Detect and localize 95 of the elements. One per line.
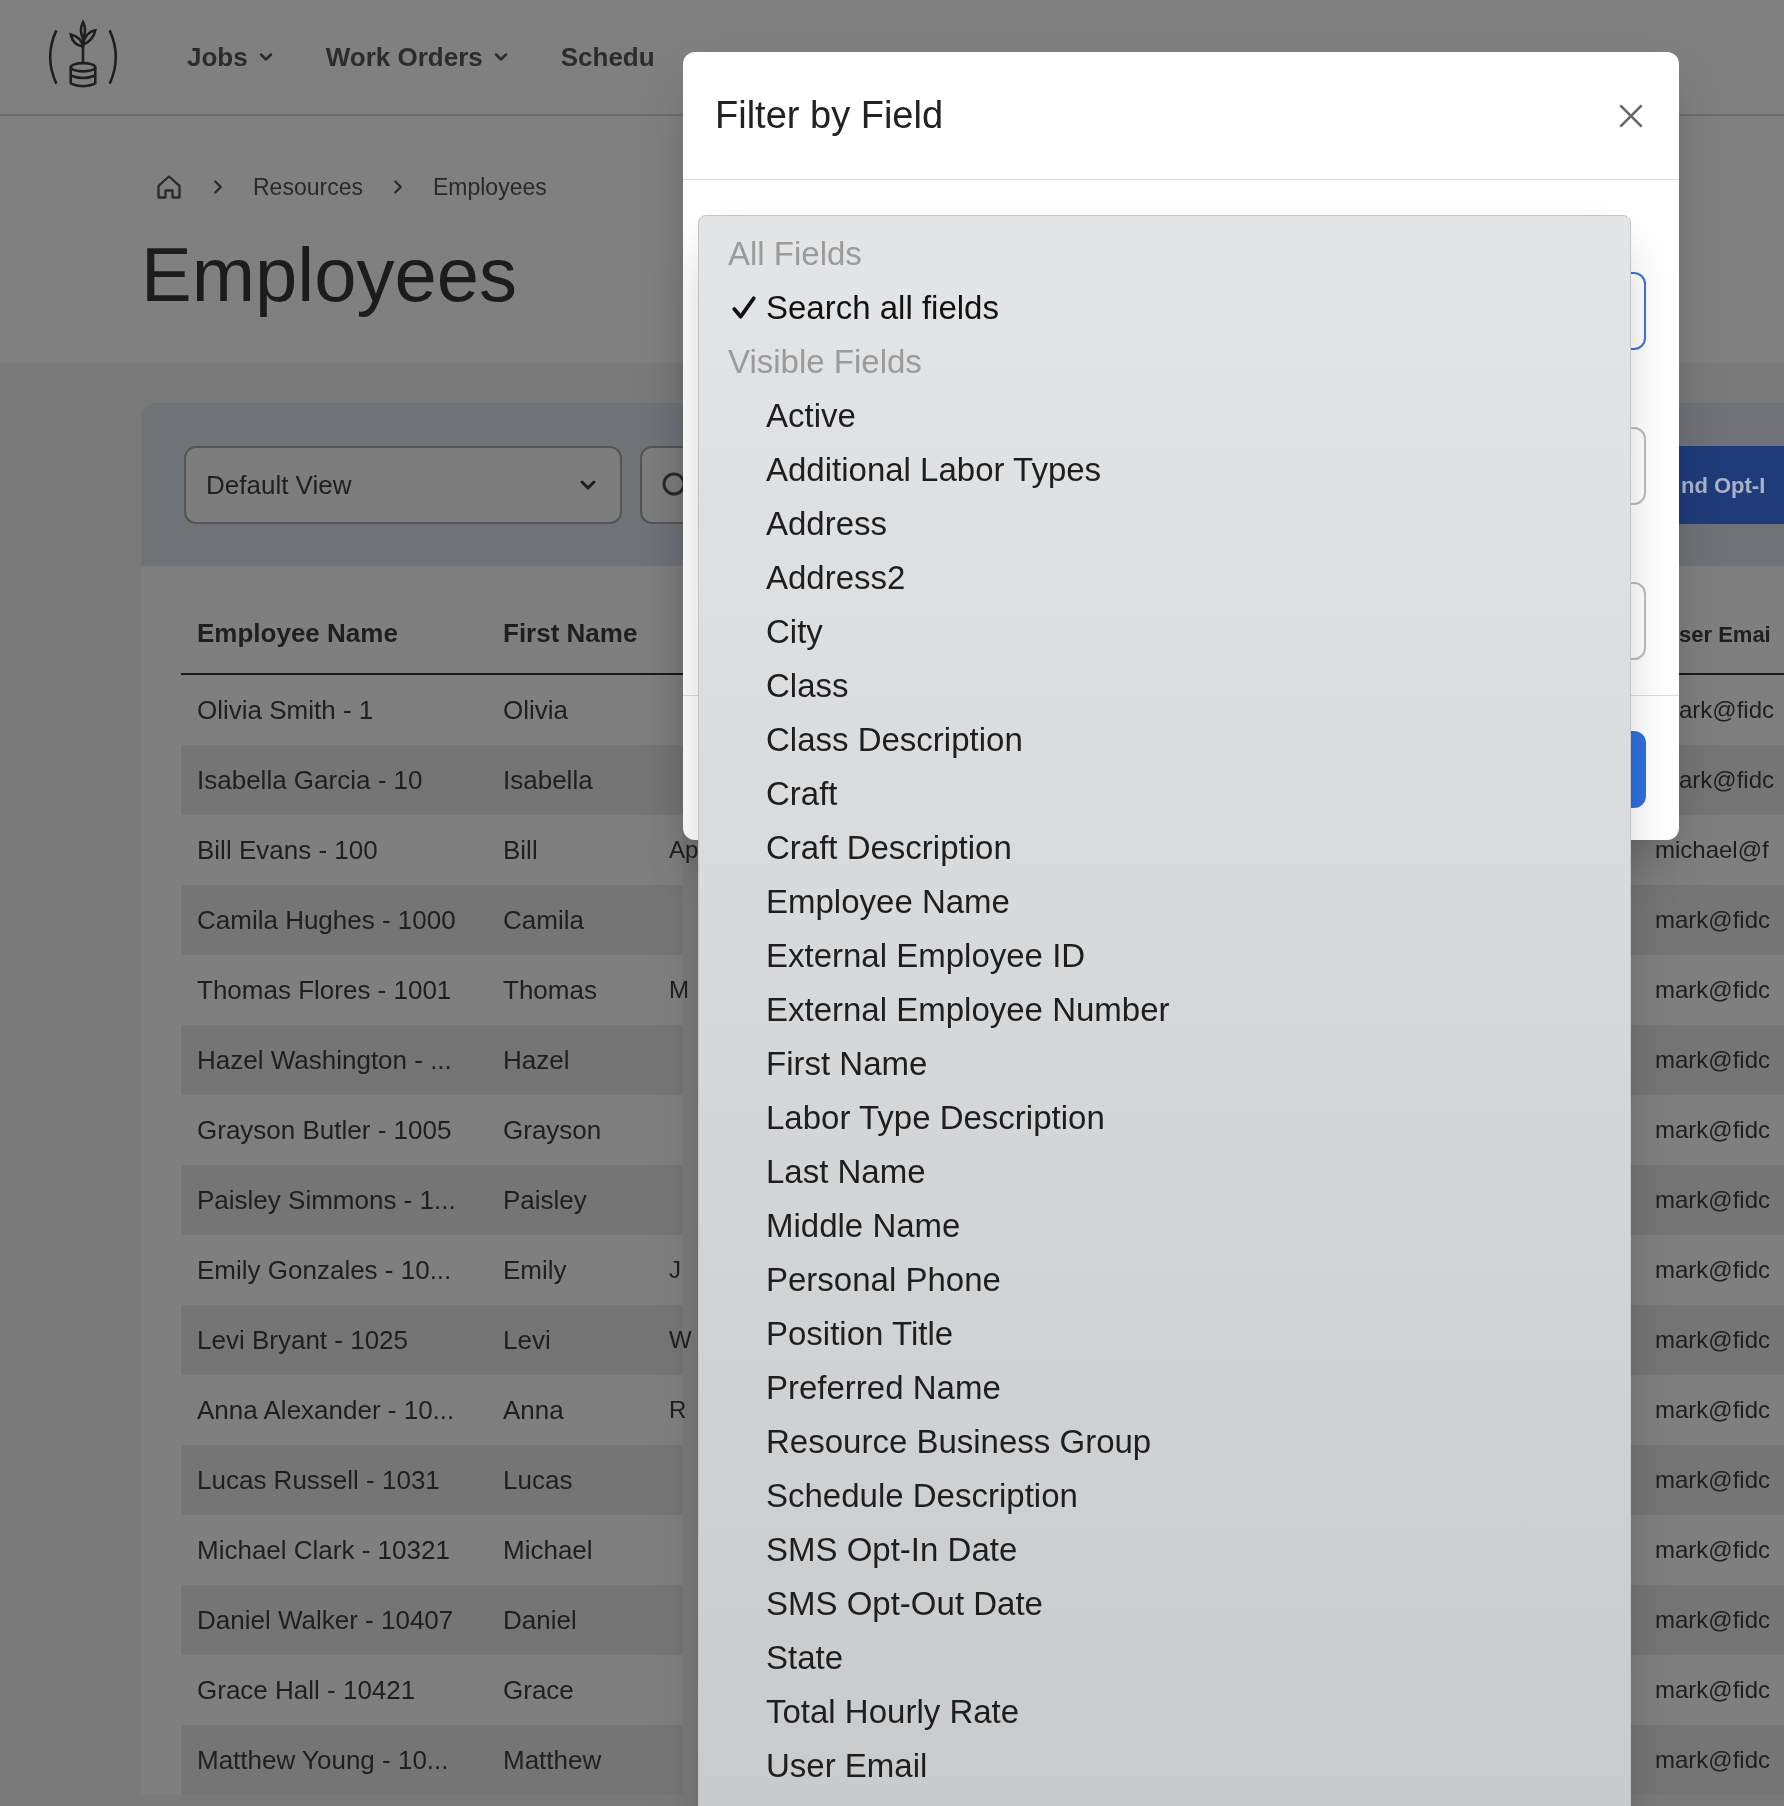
table-cell-text: Isabella Garcia - 10	[196, 763, 424, 797]
dropdown-option[interactable]: Craft	[699, 767, 1630, 821]
table-cell-text: Michael	[502, 1533, 594, 1567]
table-cell-text: michael@f	[1655, 835, 1769, 865]
table-cell-text: mark@fidc	[1655, 1535, 1771, 1565]
table-cell-text: Olivia Smith - 1	[196, 693, 375, 727]
dropdown-option[interactable]: External Employee Number	[699, 983, 1630, 1037]
table-cell-text: ark@fidc	[1679, 765, 1775, 795]
dropdown-option[interactable]: Middle Name	[699, 1199, 1630, 1253]
dropdown-option[interactable]: Position Title	[699, 1307, 1630, 1361]
table-cell-text: Hazel Washington - ...	[196, 1043, 453, 1077]
dropdown-option[interactable]: Class Description	[699, 713, 1630, 767]
dropdown-option[interactable]: Additional Labor Types	[699, 443, 1630, 497]
table-cell-text: Thomas	[502, 973, 598, 1007]
dropdown-option[interactable]: SMS Opt-Out Date	[699, 1577, 1630, 1631]
table-cell-text: Hazel	[502, 1043, 571, 1077]
table-cell-text: M	[668, 975, 689, 1005]
table-cell-text: Anna	[502, 1393, 565, 1427]
dropdown-option[interactable]: Personal Phone	[699, 1253, 1630, 1307]
dialog-title: Filter by Field	[715, 93, 944, 138]
dropdown-option[interactable]: Address	[699, 497, 1630, 551]
dropdown-option[interactable]: Resource Business Group	[699, 1415, 1630, 1469]
table-cell-text: Isabella	[502, 763, 594, 797]
table-cell-text: Emily Gonzales - 10...	[196, 1253, 453, 1287]
dropdown-group-label: All Fields	[727, 234, 863, 275]
dropdown-option[interactable]: User Email	[699, 1739, 1630, 1793]
breadcrumb-link[interactable]: Resources	[253, 169, 363, 205]
dropdown-option[interactable]: SMS Opt-In Date	[699, 1523, 1630, 1577]
table-cell-text: Emily	[502, 1253, 568, 1287]
home-icon[interactable]	[155, 173, 183, 201]
nav-menu-item[interactable]: Jobs	[187, 37, 276, 77]
table-cell-text: Ap	[668, 835, 699, 865]
table-cell-text: Lucas Russell - 1031	[196, 1463, 441, 1497]
view-select[interactable]: Default View	[184, 446, 622, 524]
table-cell-text: mark@fidc	[1655, 1605, 1771, 1635]
table-cell-text: Levi Bryant - 1025	[196, 1323, 409, 1357]
table-cell-text: Lucas	[502, 1463, 574, 1497]
opt-in-button[interactable]: nd Opt-I	[1679, 446, 1784, 524]
table-cell-text: Grayson	[502, 1113, 603, 1147]
table-cell-text: Levi	[502, 1323, 552, 1357]
table-cell-text: Grayson Butler - 1005	[196, 1113, 453, 1147]
table-cell-text: J	[668, 1255, 681, 1285]
table-cell-text: Thomas Flores - 1001	[196, 973, 453, 1007]
table-cell-text: Camila	[502, 903, 585, 937]
table-cell-text: mark@fidc	[1655, 1045, 1771, 1075]
table-cell-text: Daniel	[502, 1603, 578, 1637]
table-cell-text: mark@fidc	[1655, 1745, 1771, 1775]
table-cell-text: Matthew Young - 10...	[196, 1743, 450, 1777]
table-cell-text: Michael Clark - 10321	[196, 1533, 451, 1567]
table-cell-text: Grace	[502, 1673, 575, 1707]
table-cell-text: mark@fidc	[1655, 1255, 1771, 1285]
table-cell-text: Bill Evans - 100	[196, 833, 379, 867]
table-cell-text: Anna Alexander - 10...	[196, 1393, 456, 1427]
table-cell-text: mark@fidc	[1655, 1675, 1771, 1705]
dropdown-option[interactable]: Address2	[699, 551, 1630, 605]
nav-menu-item[interactable]: Schedu	[560, 37, 655, 77]
table-cell-text: W	[668, 1325, 692, 1355]
table-cell-text: Paisley Simmons - 1...	[196, 1183, 457, 1217]
dropdown-option[interactable]: City	[699, 605, 1630, 659]
dropdown-option[interactable]: State	[699, 1631, 1630, 1685]
table-cell-text: mark@fidc	[1655, 1395, 1771, 1425]
table-cell-text: Grace Hall - 10421	[196, 1673, 417, 1707]
dropdown-option[interactable]: Schedule Description	[699, 1469, 1630, 1523]
dropdown-option[interactable]: Labor Type Description	[699, 1091, 1630, 1145]
search-field[interactable]	[640, 446, 683, 524]
table-cell-text: Paisley	[502, 1183, 588, 1217]
column-header[interactable]: Employee Name	[181, 614, 487, 653]
dropdown-option[interactable]: Search all fields	[699, 281, 1630, 335]
dropdown-option[interactable]: Preferred Name	[699, 1361, 1630, 1415]
table-cell-text: mark@fidc	[1655, 975, 1771, 1005]
dropdown-option[interactable]: External Employee ID	[699, 929, 1630, 983]
column-header[interactable]: First Name	[487, 614, 657, 653]
table-cell-text: mark@fidc	[1655, 905, 1771, 935]
dropdown-option[interactable]: Class	[699, 659, 1630, 713]
table-cell-text: mark@fidc	[1655, 1185, 1771, 1215]
table-cell-text: Camila Hughes - 1000	[196, 903, 457, 937]
breadcrumb-link[interactable]: Employees	[432, 169, 547, 205]
dropdown-option[interactable]: Craft Description	[699, 821, 1630, 875]
dropdown-option[interactable]: Total Hourly Rate	[699, 1685, 1630, 1739]
column-header[interactable]: ser Emai	[1679, 618, 1771, 651]
dropdown-option[interactable]: Active	[699, 389, 1630, 443]
table-cell-text: Olivia	[502, 693, 569, 727]
dropdown-option[interactable]: First Name	[699, 1037, 1630, 1091]
dropdown-group-label: Visible Fields	[727, 342, 923, 383]
table-cell-text: Daniel Walker - 10407	[196, 1603, 455, 1637]
table-cell-text: mark@fidc	[1655, 1465, 1771, 1495]
table-cell-text: ark@fidc	[1679, 695, 1775, 725]
dropdown-option[interactable]: Last Name	[699, 1145, 1630, 1199]
table-cell-text: Bill	[502, 833, 539, 867]
table-cell-text: R	[668, 1395, 687, 1425]
dropdown-option[interactable]: Employee Name	[699, 875, 1630, 929]
table-cell-text: Matthew	[502, 1743, 603, 1777]
nav-menu-item[interactable]: Work Orders	[325, 37, 511, 77]
table-cell-text: mark@fidc	[1655, 1115, 1771, 1145]
table-cell-text: mark@fidc	[1655, 1325, 1771, 1355]
